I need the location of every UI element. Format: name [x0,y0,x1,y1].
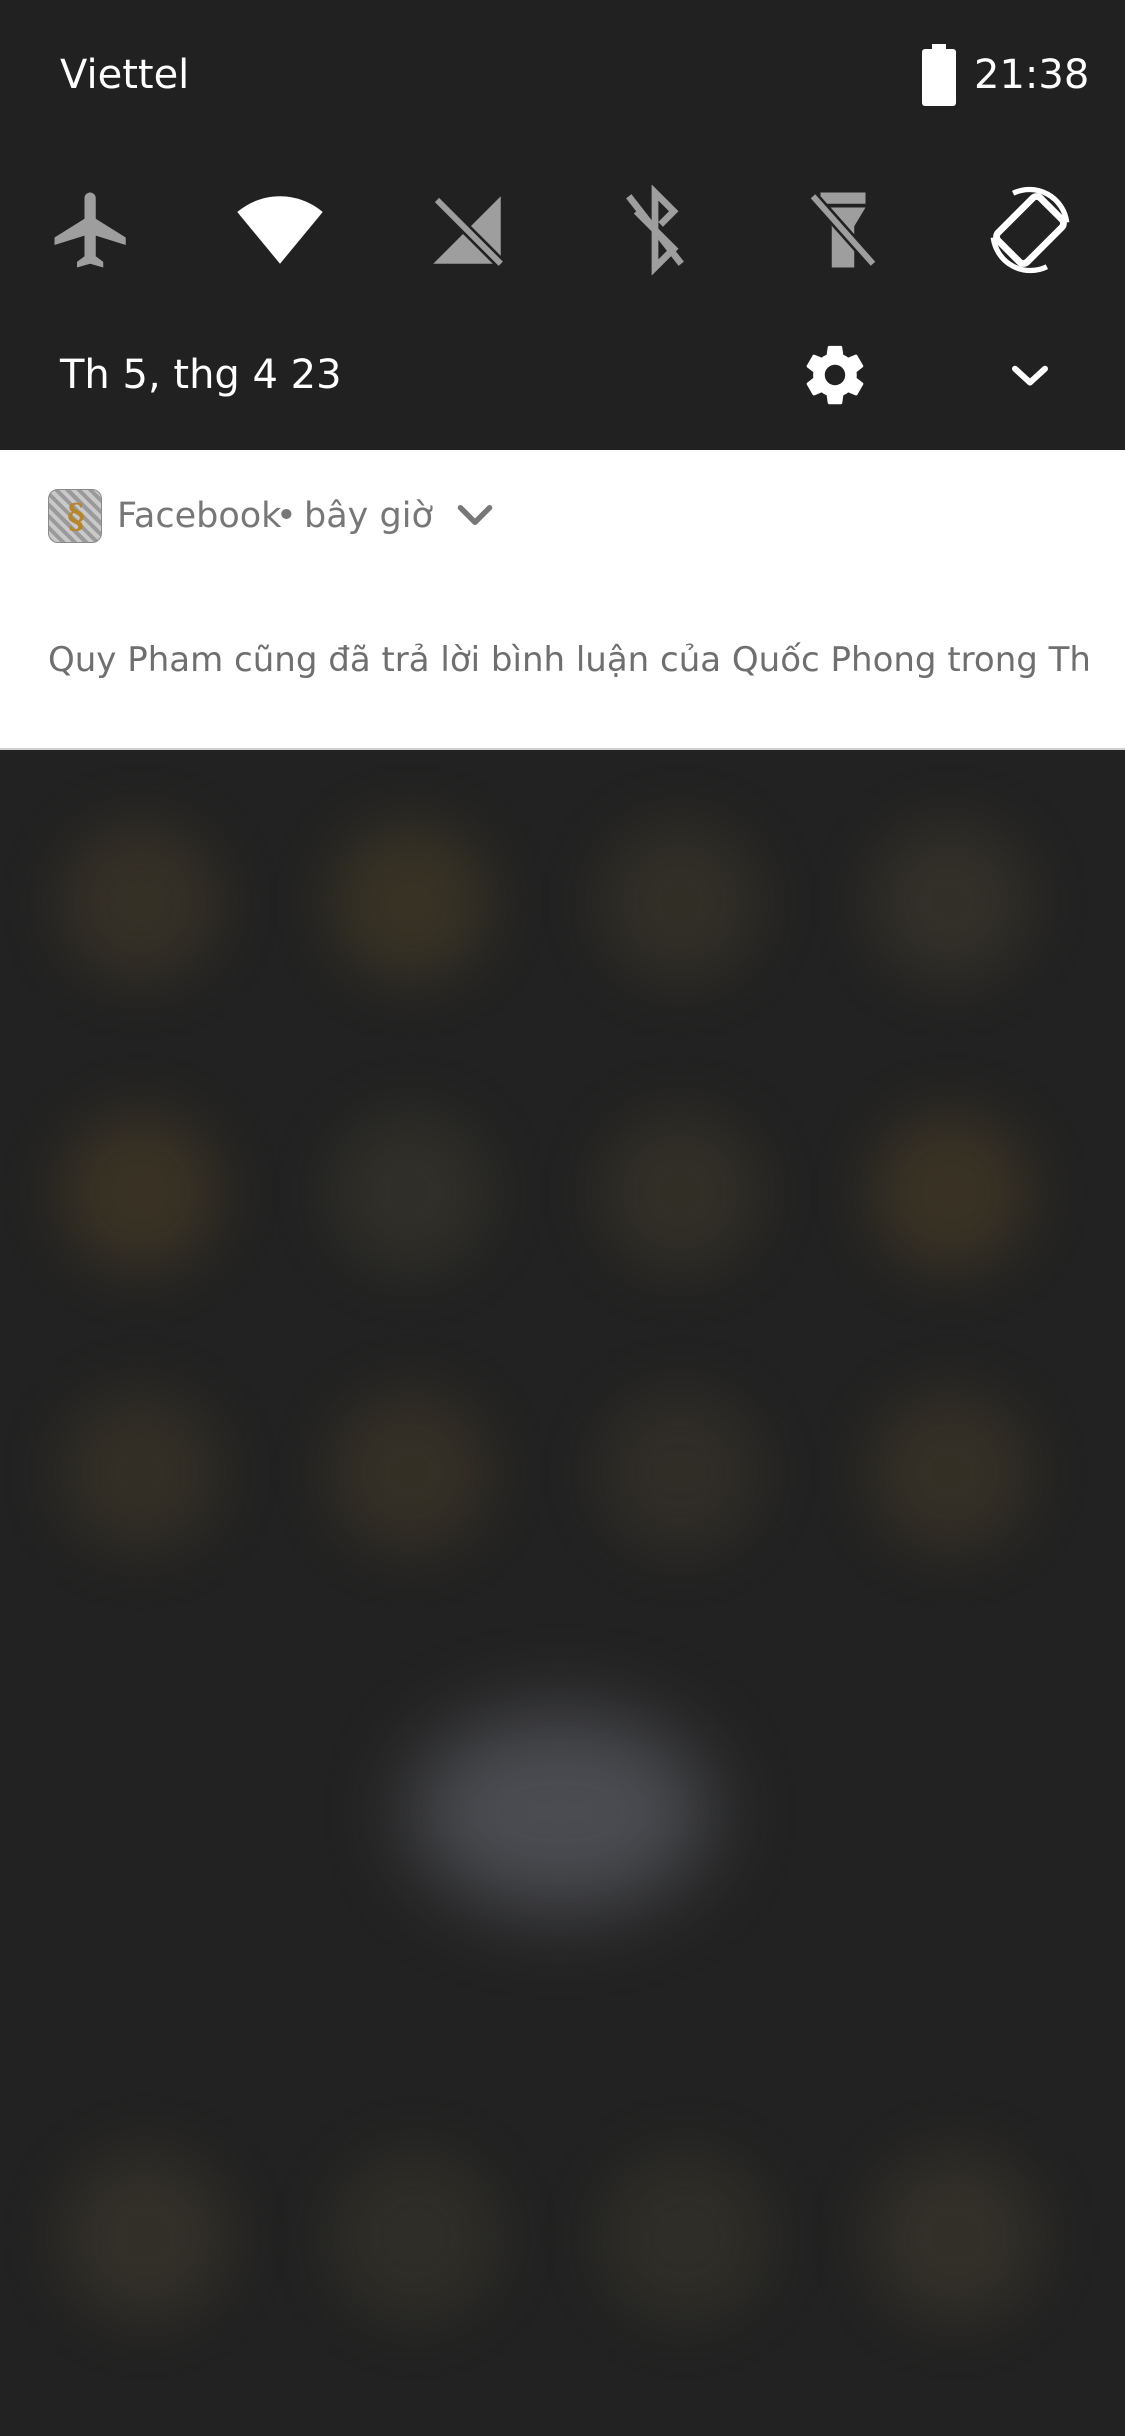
wifi-icon [237,196,323,264]
screen-rotation-icon [990,186,1070,274]
battery-full-icon [922,44,956,106]
screen: Viettel 21:38 Th 5, thg 4 23 § Facebook … [0,0,1125,2436]
flashlight-off-icon [808,192,878,268]
status-bar: Viettel 21:38 [0,0,1125,150]
gear-icon [806,345,864,405]
tile-flashlight[interactable] [783,170,903,290]
carrier-label: Viettel [60,52,190,98]
blurred-home-screen [0,752,1125,2436]
settings-button[interactable] [800,340,870,410]
quick-settings-panel: Viettel 21:38 Th 5, thg 4 23 [0,0,1125,450]
notification-card[interactable]: § Facebook • bây giờ Quy Pham cũng đã tr… [0,450,1125,750]
bluetooth-off-icon [626,185,684,275]
tile-airplane-mode[interactable] [32,170,152,290]
chevron-down-icon [457,505,493,525]
tile-auto-rotate[interactable] [970,170,1090,290]
tile-wifi[interactable] [220,170,340,290]
notification-header: § Facebook • bây giờ [0,486,1125,546]
notification-expand-button[interactable] [450,490,500,540]
tile-mobile-data[interactable] [407,170,527,290]
notification-separator: • [276,496,297,536]
date-row: Th 5, thg 4 23 [0,340,1125,410]
quick-settings-tiles [0,170,1125,290]
chevron-down-icon [1012,365,1048,386]
tile-bluetooth[interactable] [595,170,715,290]
signal-off-icon [433,196,505,268]
facebook-app-icon: § [48,489,102,543]
notification-app-name: Facebook [117,496,282,536]
notification-time: bây giờ [304,496,433,536]
expand-panel-button[interactable] [1000,340,1060,410]
status-clock: 21:38 [974,52,1090,98]
airplane-icon [54,192,126,268]
notification-body: Quy Pham cũng đã trả lời bình luận của Q… [48,640,1088,680]
date-label: Th 5, thg 4 23 [60,352,342,398]
